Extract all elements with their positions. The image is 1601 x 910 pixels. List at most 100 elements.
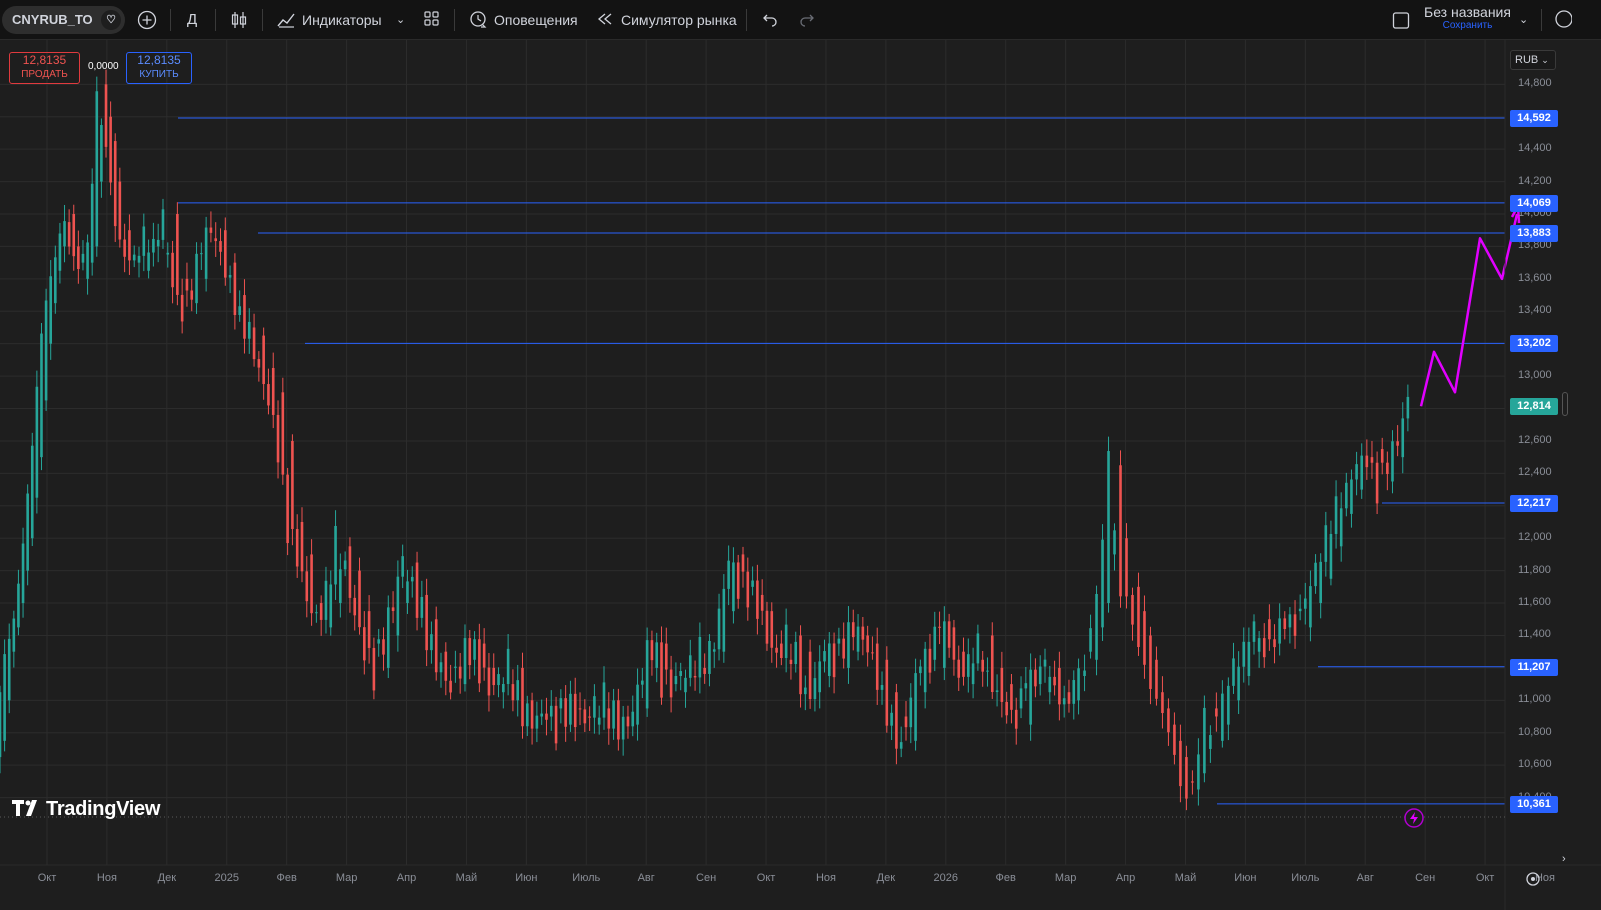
candle-body [674,675,678,685]
redo-button[interactable] [798,8,816,32]
candle-body [923,648,927,693]
time-axis-label: Дек [157,872,177,884]
candle-body [650,640,654,661]
candle-body [1043,659,1047,667]
currency-select[interactable]: RUB ⌄ [1510,50,1556,70]
price-axis-label: 12,400 [1518,466,1552,479]
candle-body [185,278,189,291]
candle-body [463,638,467,685]
buy-button[interactable]: 12,8135 КУПИТЬ [126,52,192,84]
candle-body [760,594,764,611]
candle-body [458,666,462,679]
candle-body [497,674,500,686]
chart-area[interactable]: 14,80014,60014,40014,20014,00013,80013,6… [0,40,1601,910]
candle-body [81,253,85,263]
indicators-dropdown-chevron-icon[interactable]: ⌄ [396,8,405,32]
candle-body [995,690,999,693]
candle-body [746,571,750,608]
candle-body [377,639,380,644]
candle-body [1288,614,1292,628]
candle-body [449,680,452,693]
candle-body [1053,676,1056,686]
candle-body [540,713,543,717]
candle-body [588,716,591,718]
candle-body [1191,781,1194,783]
layout-templates-button[interactable] [422,8,442,32]
candle-body [770,611,774,648]
candle-body [1029,669,1032,725]
candle-body [837,638,841,644]
tradingview-mark-icon [12,800,37,816]
candle-body [295,529,299,567]
candle-body [26,493,29,571]
candle-body [521,667,524,727]
interval-button[interactable]: Д [187,8,197,32]
candle-body [305,571,309,602]
candle-body [1185,757,1188,799]
candle-body [914,673,917,741]
favorite-icon[interactable]: ♡ [101,10,121,30]
candle-body [693,676,697,678]
replay-label: Симулятор рынка [621,12,737,28]
candle-body [1131,594,1134,625]
time-axis-label: 2025 [214,872,239,884]
undo-icon [763,14,777,27]
candle-body [190,290,194,300]
candle-body [1339,508,1343,547]
candle-body [1173,724,1176,755]
time-axis-label: Окт [756,872,776,884]
candle-body [885,659,889,726]
undo-button[interactable] [761,8,779,32]
scroll-right-chevron-icon[interactable]: › [1562,853,1566,865]
candle-body [1113,530,1116,555]
save-link[interactable]: Сохранить [1424,20,1511,31]
candle-body [1227,685,1230,725]
last-price-tag: 12,814 [1510,398,1558,416]
time-axis-label: Окт [1475,872,1495,884]
layout-dropdown-chevron-icon[interactable]: ⌄ [1519,8,1528,32]
level-price-tag: 11,207 [1510,658,1558,676]
alerts-button[interactable]: Оповещения [468,8,578,32]
candle-body [784,624,788,659]
symbol-search-button[interactable]: CNYRUB_TO ♡ [2,6,125,34]
candle-body [478,639,481,684]
candle-body [741,554,745,572]
candle-body [645,640,649,709]
candle-body [339,569,342,604]
candle-body [410,576,414,582]
layout-menu-button[interactable] [1391,8,1411,32]
price-chart[interactable] [0,40,1601,910]
candle-body [252,327,256,360]
layout-title[interactable]: Без названия Сохранить [1424,4,1511,31]
price-axis-handle[interactable] [1562,392,1568,416]
candle-body [1329,533,1333,579]
candle-body [986,670,989,672]
candle-body [228,274,232,278]
candle-body [1386,462,1389,474]
candle-body [789,659,793,665]
candle-body [1278,618,1281,644]
candle-body [152,238,155,253]
lightning-event-icon[interactable] [1403,807,1425,829]
indicators-label: Индикаторы [302,12,382,28]
indicators-button[interactable]: Индикаторы [276,8,382,32]
history-button[interactable] [1552,8,1573,32]
symbol-label: CNYRUB_TO [12,12,93,27]
candle-body [665,643,668,670]
replay-button[interactable]: Симулятор рынка [596,8,737,32]
settings-gear-icon[interactable] [1524,870,1542,888]
compare-symbol-button[interactable] [136,8,158,32]
candle-body [113,141,117,227]
candle-body [890,712,893,726]
candle-body [482,643,486,668]
candle-body [100,125,103,182]
candle-body [343,560,347,570]
candle-body [257,359,261,368]
candle-body [736,562,740,599]
candle-body [775,647,778,653]
candle-body [3,654,6,741]
candle-body [1010,684,1013,710]
chart-type-button[interactable] [229,8,249,32]
sell-button[interactable]: 12,8135 ПРОДАТЬ [9,52,80,84]
candle-body [401,556,404,577]
